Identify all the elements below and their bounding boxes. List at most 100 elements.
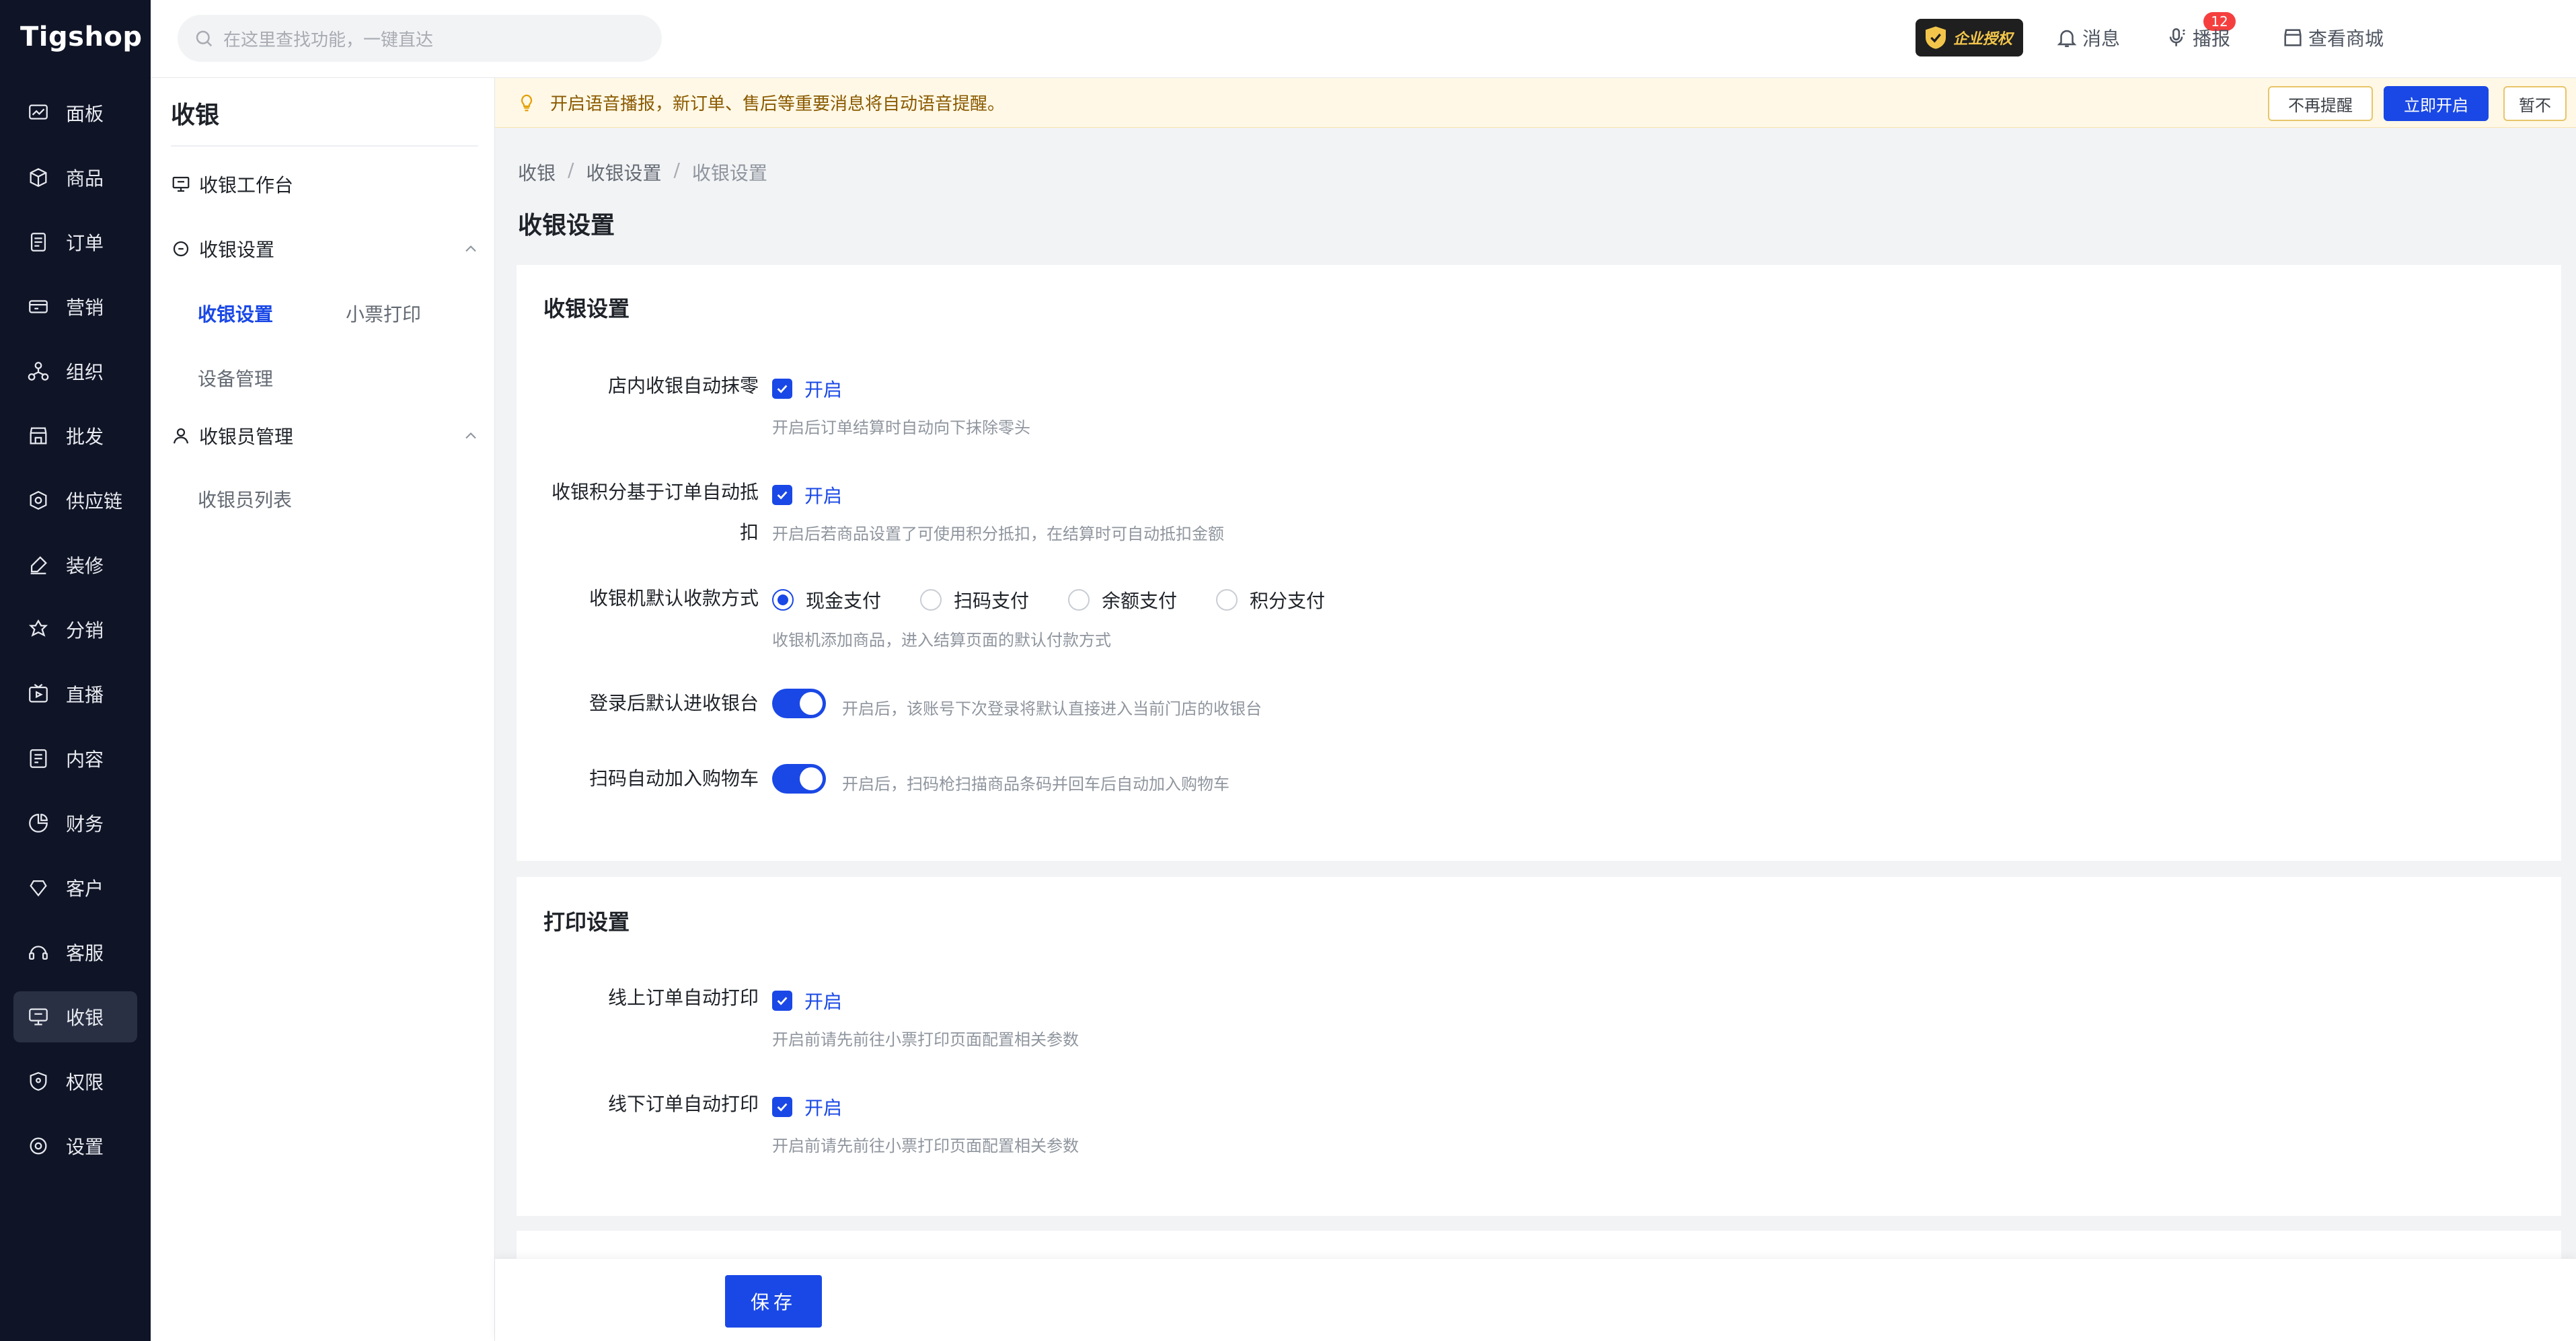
scan-add-cart-switch[interactable] — [772, 764, 826, 794]
cashier-icon — [27, 1005, 50, 1028]
breadcrumb-item[interactable]: 收银 — [518, 159, 556, 186]
field-hint: 开启后订单结算时自动向下抹除零头 — [772, 418, 1030, 437]
submenu-group-cashiers[interactable]: 收银员管理 — [171, 416, 480, 456]
sidebar-item-finance[interactable]: 财务 — [13, 798, 137, 849]
submenu-leaf-cashier-list[interactable]: 收银员列表 — [198, 486, 292, 512]
sidebar-item-wholesale[interactable]: 批发 — [13, 410, 137, 461]
sidebar-item-org[interactable]: 组织 — [13, 346, 137, 397]
sidebar-item-marketing[interactable]: 营销 — [13, 281, 137, 332]
sidebar-item-label: 设置 — [66, 1136, 104, 1158]
user-icon — [171, 426, 191, 446]
store-icon — [2281, 26, 2304, 49]
sidebar-item-dashboard[interactable]: 面板 — [13, 87, 137, 139]
content-icon — [27, 747, 50, 770]
card-title: 打印设置 — [543, 909, 630, 935]
online-print-checkbox[interactable]: 开启 — [772, 987, 842, 1014]
enable-now-button[interactable]: 立即开启 — [2384, 86, 2489, 121]
notice-text: 开启语音播报，新订单、售后等重要消息将自动语音提醒。 — [550, 94, 1006, 114]
field-hint: 开启后，该账号下次登录将默认直接进入当前门店的收银台 — [842, 699, 1262, 718]
later-button[interactable]: 暂不 — [2503, 86, 2567, 121]
field-label: 线上订单自动打印 — [607, 987, 759, 1009]
submenu-leaf-device-manage[interactable]: 设备管理 — [198, 365, 273, 391]
search-placeholder: 在这里查找功能，一键直达 — [223, 30, 434, 50]
check-icon — [772, 991, 792, 1011]
payment-radio-scan[interactable]: 扫码支付 — [920, 586, 1029, 613]
sidebar-item-orders[interactable]: 订单 — [13, 217, 137, 268]
page-title: 收银设置 — [518, 212, 615, 239]
sidebar-item-service[interactable]: 客服 — [13, 927, 137, 978]
sidebar-item-goods[interactable]: 商品 — [13, 152, 137, 203]
submenu-group-label: 收银设置 — [199, 239, 275, 261]
chevron-up-icon[interactable] — [461, 426, 480, 445]
chevron-up-icon[interactable] — [461, 239, 480, 258]
field-hint: 收银机添加商品，进入结算页面的默认付款方式 — [772, 631, 1111, 650]
submenu-group-label: 收银员管理 — [199, 426, 294, 448]
radio-label: 扫码支付 — [954, 590, 1030, 612]
search-input[interactable]: 在这里查找功能，一键直达 — [178, 15, 662, 62]
field-hint: 开启后若商品设置了可使用积分抵扣，在结算时可自动抵扣金额 — [772, 525, 1224, 543]
card-title: 收银设置 — [543, 296, 630, 321]
breadcrumb-current: 收银设置 — [691, 162, 767, 184]
radio-label: 余额支付 — [1102, 590, 1178, 612]
shield-icon — [1926, 26, 1946, 49]
sidebar-item-permission[interactable]: 权限 — [13, 1056, 137, 1107]
voice-notice-bar: 开启语音播报，新订单、售后等重要消息将自动语音提醒。 不再提醒 立即开启 暂不 — [495, 78, 2576, 128]
payment-radio-points[interactable]: 积分支付 — [1216, 586, 1325, 613]
finance-icon — [27, 812, 50, 835]
field-label: 扫码自动加入购物车 — [589, 767, 759, 790]
radio-dot — [772, 589, 794, 611]
main-sidebar: Tigshop 面板 商品 订单 营销 组织 批发 供应链 装修 分销 直播 内… — [0, 0, 151, 1341]
broadcast-button[interactable]: 播报 — [2166, 23, 2230, 52]
submenu-group-settings[interactable]: 收银设置 — [171, 229, 480, 269]
field-label-wrap: 扣 — [739, 521, 759, 543]
payment-radio-balance[interactable]: 余额支付 — [1068, 586, 1177, 613]
sidebar-item-settings[interactable]: 设置 — [13, 1120, 137, 1172]
footer-action-bar: 保存 — [495, 1259, 2576, 1341]
submenu-leaf-cashier-settings[interactable]: 收银设置 — [198, 300, 273, 327]
view-shop-link[interactable]: 查看商城 — [2281, 23, 2384, 52]
brand-logo[interactable]: Tigshop — [0, 0, 151, 74]
field-label: 收银积分基于订单自动抵 — [551, 481, 759, 503]
order-icon — [27, 231, 50, 254]
sidebar-item-decoration[interactable]: 装修 — [13, 539, 137, 590]
bulb-icon — [517, 93, 537, 113]
submenu-title: 收银 — [171, 102, 220, 129]
sidebar-item-label: 直播 — [66, 684, 104, 706]
checkbox-label: 开启 — [804, 1097, 843, 1119]
payment-radio-cash[interactable]: 现金支付 — [772, 586, 881, 613]
auto-round-checkbox[interactable]: 开启 — [772, 375, 842, 402]
points-deduct-checkbox[interactable]: 开启 — [772, 482, 842, 508]
submenu-item-workbench[interactable]: 收银工作台 — [171, 164, 480, 204]
marketing-icon — [27, 295, 50, 318]
offline-print-checkbox[interactable]: 开启 — [772, 1094, 842, 1120]
sidebar-item-customer[interactable]: 客户 — [13, 862, 137, 913]
sidebar-item-label: 收银 — [66, 1007, 104, 1029]
sidebar-item-label: 商品 — [66, 167, 104, 190]
settings-circle-icon — [171, 239, 191, 259]
secondary-menu: 收银 收银工作台 收银设置 收银设置 小票打印 设备管理 收银员管理 收银员列表 — [151, 0, 495, 1341]
field-label: 店内收银自动抹零 — [607, 375, 759, 397]
sidebar-item-cashier[interactable]: 收银 — [13, 991, 137, 1042]
enterprise-badge[interactable]: 企业授权 — [1916, 19, 2023, 56]
customer-icon — [27, 876, 50, 899]
sidebar-item-label: 批发 — [66, 426, 104, 448]
save-button[interactable]: 保存 — [725, 1275, 822, 1328]
cashier-settings-card: 收银设置 店内收银自动抹零 开启 开启后订单结算时自动向下抹除零头 收银积分基于… — [517, 265, 2561, 861]
gear-icon — [27, 1135, 50, 1157]
sidebar-item-label: 营销 — [66, 297, 104, 319]
sidebar-item-label: 分销 — [66, 619, 104, 642]
checkbox-label: 开启 — [804, 485, 843, 507]
sidebar-item-label: 客服 — [66, 942, 104, 964]
no-remind-button[interactable]: 不再提醒 — [2268, 86, 2373, 121]
messages-button[interactable]: 消息 — [2055, 23, 2120, 52]
sidebar-item-supply[interactable]: 供应链 — [13, 475, 137, 526]
sidebar-item-live[interactable]: 直播 — [13, 668, 137, 720]
sidebar-item-content[interactable]: 内容 — [13, 733, 137, 784]
sidebar-item-distribution[interactable]: 分销 — [13, 604, 137, 655]
field-hint: 开启后，扫码枪扫描商品条码并回车后自动加入购物车 — [842, 775, 1229, 794]
submenu-leaf-receipt-print[interactable]: 小票打印 — [346, 300, 421, 327]
field-label: 收银机默认收款方式 — [589, 587, 759, 609]
sidebar-item-label: 财务 — [66, 813, 104, 835]
breadcrumb-item[interactable]: 收银设置 — [586, 159, 661, 186]
login-enter-switch[interactable] — [772, 689, 826, 718]
